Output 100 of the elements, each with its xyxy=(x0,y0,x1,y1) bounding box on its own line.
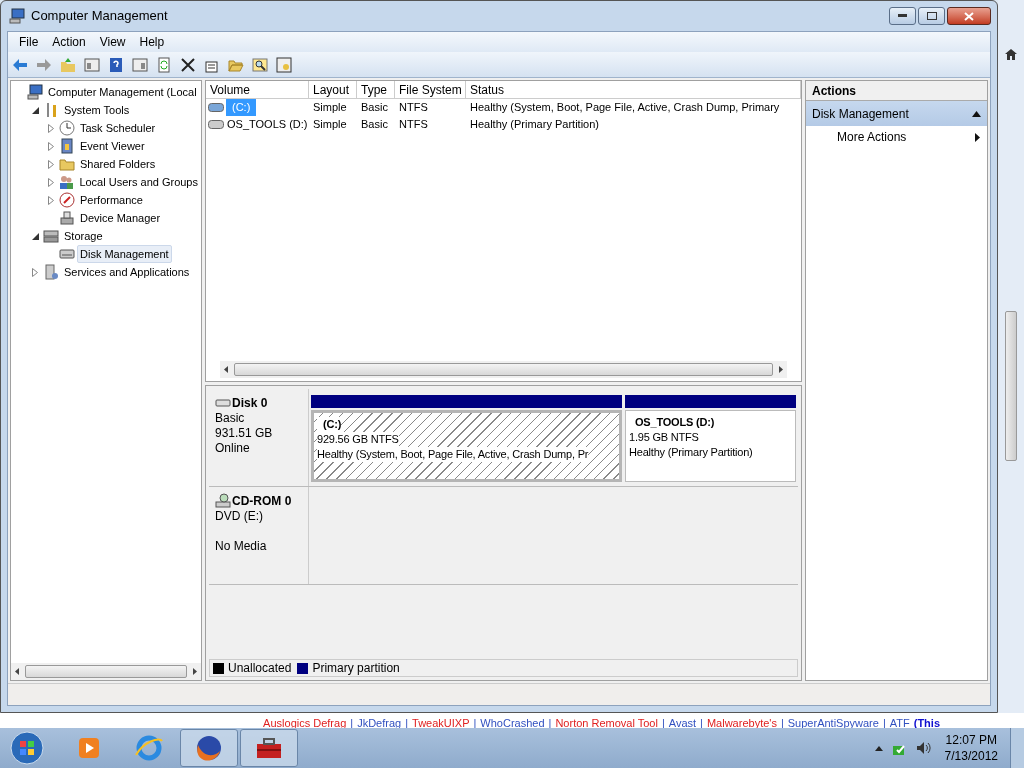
menu-item[interactable]: File xyxy=(12,33,46,51)
refresh-icon xyxy=(156,56,172,73)
tree-item[interactable]: System Tools xyxy=(61,100,133,120)
tree-item[interactable]: Event Viewer xyxy=(77,136,148,156)
home-icon[interactable] xyxy=(1004,48,1018,61)
drive-icon xyxy=(208,120,224,129)
tree-item[interactable]: Disk Management xyxy=(77,244,172,264)
menu-item[interactable]: Action xyxy=(45,33,93,51)
partition-block[interactable]: (C:) 929.56 GB NTFS Healthy (System, Boot, Page File, Active, Crash Dump, Pr xyxy=(311,410,622,482)
close-icon xyxy=(180,56,196,73)
menu-item[interactable]: View xyxy=(92,33,133,51)
table-cell-text: Simple xyxy=(312,117,348,133)
browser-e-icon xyxy=(134,733,164,763)
column-header[interactable]: File System xyxy=(395,81,466,98)
column-header[interactable]: Type xyxy=(357,81,395,98)
close-button[interactable] xyxy=(947,7,991,25)
submenu-arrow-icon xyxy=(975,132,980,142)
tree-item[interactable]: Storage xyxy=(61,226,106,246)
column-header[interactable]: Volume xyxy=(206,81,309,98)
window-title: Computer Management xyxy=(31,7,169,26)
collapsed-triangle-icon[interactable] xyxy=(48,141,54,151)
table-cell-text: NTFS xyxy=(398,117,429,133)
show-hidden-icons-icon[interactable] xyxy=(874,745,883,751)
collapsed-triangle-icon[interactable] xyxy=(32,267,38,277)
storage-icon xyxy=(43,228,59,244)
media-player-icon xyxy=(76,735,102,761)
scroll-left-icon[interactable] xyxy=(15,668,19,675)
tree-item[interactable]: Task Scheduler xyxy=(77,118,159,138)
windows-orb-icon xyxy=(10,731,44,765)
tree-item[interactable]: Computer Management (Local xyxy=(45,82,200,102)
forward-arrow-icon xyxy=(36,56,52,73)
disk-info: Basic xyxy=(215,411,246,426)
fox-globe-icon xyxy=(194,733,224,763)
clock-time[interactable]: 12:07 PM xyxy=(945,732,997,748)
tree-item[interactable]: Performance xyxy=(77,190,146,210)
scroll-right-icon[interactable] xyxy=(779,366,783,373)
collapsed-triangle-icon[interactable] xyxy=(48,195,54,205)
column-header[interactable]: Layout xyxy=(309,81,357,98)
table-cell-text: Healthy (System, Boot, Page File, Active, Crash Dump, Primary xyxy=(469,100,781,116)
more-actions-item[interactable]: More Actions xyxy=(806,126,987,148)
scroll-right-icon[interactable] xyxy=(193,668,197,675)
disk-name[interactable]: CD-ROM 0 xyxy=(232,493,292,509)
computer-management-icon xyxy=(9,8,25,24)
collapsed-triangle-icon[interactable] xyxy=(48,159,54,169)
taskbar-button[interactable] xyxy=(180,729,238,767)
legend-label: Primary partition xyxy=(312,660,400,677)
drive-icon xyxy=(208,103,224,112)
computer-icon xyxy=(27,84,43,100)
actions-header: Actions xyxy=(806,81,987,101)
vertical-scrollbar-thumb[interactable] xyxy=(1005,311,1017,461)
tree-item[interactable]: Shared Folders xyxy=(77,154,159,174)
maximize-button[interactable] xyxy=(918,7,945,25)
tree-item[interactable]: Services and Applications xyxy=(61,262,193,282)
scroll-left-icon[interactable] xyxy=(224,366,228,373)
tree-item[interactable]: Device Manager xyxy=(77,208,164,228)
minimize-button[interactable] xyxy=(889,7,916,25)
help-icon xyxy=(108,56,124,73)
clock-icon xyxy=(59,120,75,136)
table-cell-text: Basic xyxy=(360,117,389,133)
web-link[interactable]: Norton Removal Tool xyxy=(555,718,658,728)
partition-name: (C:) xyxy=(317,417,342,432)
menu-item[interactable]: Help xyxy=(132,33,172,51)
panel-view-icon xyxy=(84,56,100,73)
table-cell-text: Simple xyxy=(312,100,348,116)
disk-info: DVD (E:) xyxy=(215,509,264,524)
settings-icon xyxy=(276,56,292,73)
disk-name[interactable]: Disk 0 xyxy=(232,395,268,411)
collapsed-triangle-icon[interactable] xyxy=(47,177,54,187)
expanded-triangle-icon[interactable] xyxy=(31,106,39,114)
horizontal-scrollbar[interactable] xyxy=(220,361,787,378)
taskbar-button[interactable] xyxy=(240,729,298,767)
search-icon xyxy=(252,56,268,73)
disk-info: Online xyxy=(215,441,251,456)
users-icon xyxy=(58,174,75,190)
restore-icon xyxy=(926,12,937,20)
optical-drive-icon xyxy=(215,493,231,509)
collapsed-triangle-icon[interactable] xyxy=(48,123,54,133)
web-link[interactable]: ATF xyxy=(889,718,910,728)
device-manager-icon xyxy=(59,210,75,226)
legend-label: Unallocated xyxy=(228,660,292,677)
table-cell-text: Basic xyxy=(360,100,389,116)
log-icon xyxy=(59,138,75,154)
partition-block[interactable]: OS_TOOLS (D:) 1.95 GB NTFS Healthy (Primary Partition) xyxy=(625,410,796,482)
column-header[interactable]: Status xyxy=(466,81,801,98)
disk-info: No Media xyxy=(215,539,268,554)
table-cell-text: Healthy (Primary Partition) xyxy=(469,117,600,133)
horizontal-scrollbar[interactable] xyxy=(11,663,201,680)
web-link[interactable]: Avast xyxy=(668,718,697,728)
web-link[interactable]: TweakUIXP xyxy=(412,718,470,728)
table-cell[interactable]: OS_TOOLS (D:) xyxy=(226,116,309,133)
volume-icon xyxy=(914,740,931,756)
clock-date[interactable]: 7/13/2012 xyxy=(944,748,998,764)
partition-status: Healthy (Primary Partition) xyxy=(629,445,753,460)
actions-section-header[interactable]: Disk Management xyxy=(806,101,987,126)
web-link[interactable]: WhoCrashed xyxy=(480,718,545,728)
partition-status: Healthy (System, Boot, Page File, Active, Crash Dump, Pr xyxy=(317,447,589,462)
table-cell-text: NTFS xyxy=(398,100,429,116)
tree-item[interactable]: Local Users and Groups xyxy=(76,172,201,192)
expanded-triangle-icon[interactable] xyxy=(31,232,39,240)
gauge-icon xyxy=(59,192,75,208)
